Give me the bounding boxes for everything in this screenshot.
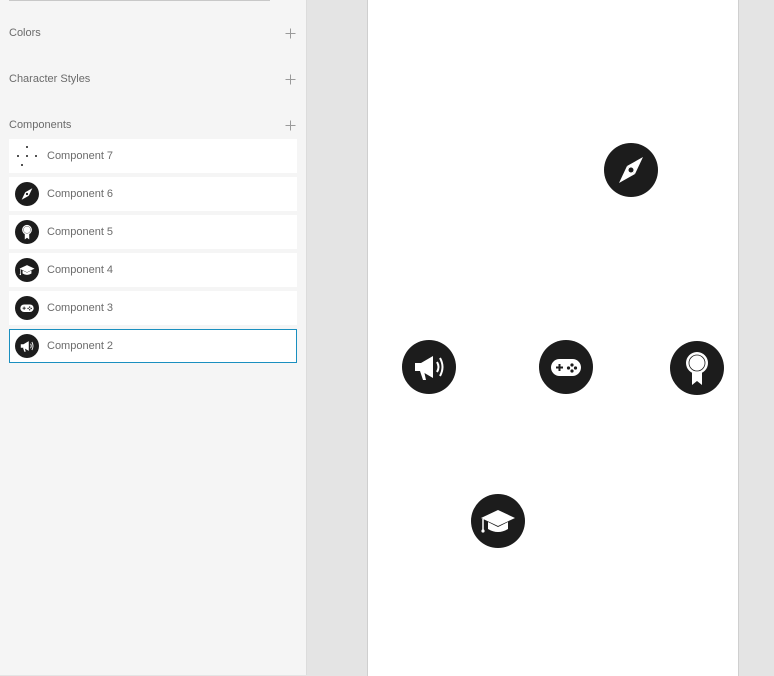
component-item-2[interactable]: Component 2 [9, 329, 297, 363]
component-item-5[interactable]: Component 5 [9, 215, 297, 249]
award-icon[interactable] [670, 341, 724, 395]
gamepad-icon [15, 296, 39, 320]
colors-section-header: Colors [9, 23, 297, 43]
component-label: Component 4 [47, 264, 114, 276]
graduation-cap-icon [15, 258, 39, 282]
component-label: Component 5 [47, 226, 114, 238]
components-section-title: Components [9, 119, 72, 131]
dots-icon [15, 144, 39, 168]
component-label: Component 2 [47, 340, 114, 352]
character-styles-section-header: Character Styles [9, 69, 297, 89]
award-icon [15, 220, 39, 244]
colors-section-title: Colors [9, 27, 41, 39]
plus-icon [285, 74, 295, 84]
artboard[interactable] [367, 0, 739, 676]
add-character-style-button[interactable] [283, 72, 297, 86]
panel-divider [9, 0, 270, 1]
components-section-header: Components [9, 115, 297, 135]
add-component-button[interactable] [283, 118, 297, 132]
compass-icon [15, 182, 39, 206]
compass-icon[interactable] [604, 143, 658, 197]
add-color-button[interactable] [283, 26, 297, 40]
component-label: Component 7 [47, 150, 114, 162]
plus-icon [285, 120, 295, 130]
component-item-7[interactable]: Component 7 [9, 139, 297, 173]
gamepad-icon[interactable] [539, 340, 593, 394]
component-item-6[interactable]: Component 6 [9, 177, 297, 211]
megaphone-icon[interactable] [402, 340, 456, 394]
assets-panel: Colors Character Styles Components Compo… [0, 0, 307, 675]
graduation-cap-icon[interactable] [471, 494, 525, 548]
components-list: Component 7 Component 6 Component 5 Comp… [9, 139, 297, 367]
megaphone-icon [15, 334, 39, 358]
plus-icon [285, 28, 295, 38]
component-item-4[interactable]: Component 4 [9, 253, 297, 287]
character-styles-section-title: Character Styles [9, 73, 91, 85]
component-item-3[interactable]: Component 3 [9, 291, 297, 325]
component-label: Component 3 [47, 302, 114, 314]
component-label: Component 6 [47, 188, 114, 200]
